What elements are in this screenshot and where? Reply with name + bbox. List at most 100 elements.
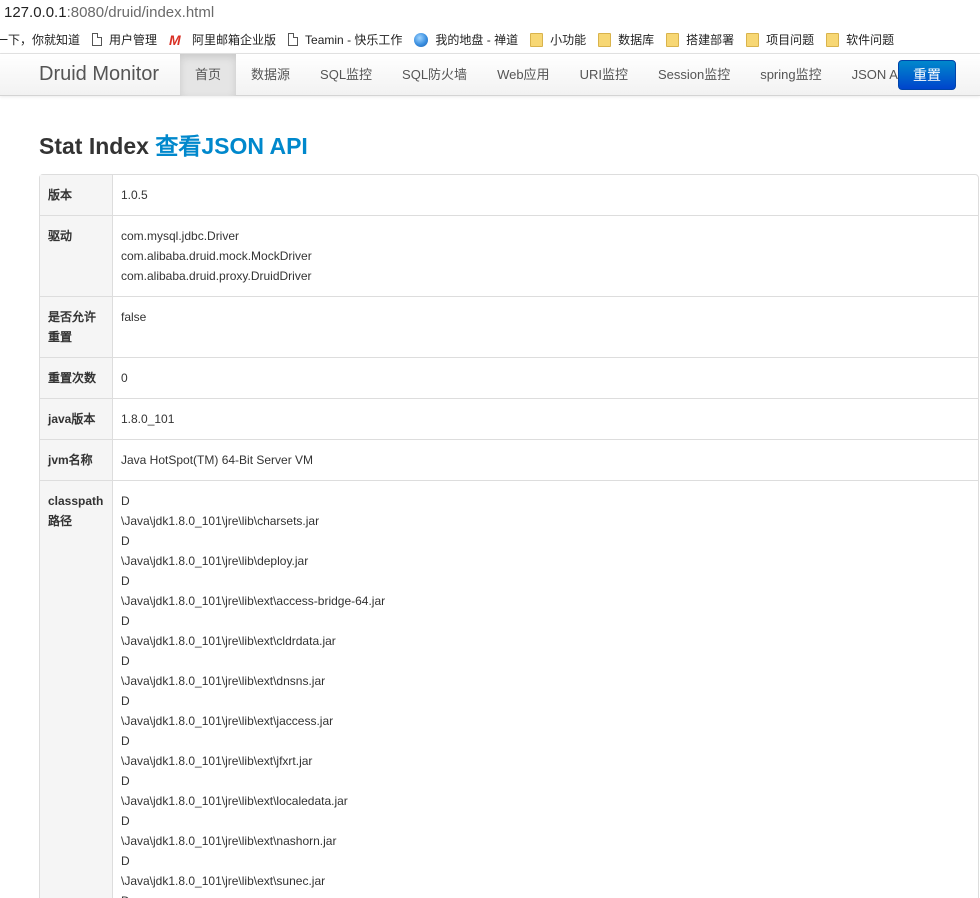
json-api-link[interactable]: 查看JSON API	[155, 133, 308, 159]
stat-index-table: 版本 1.0.5 驱动 com.mysql.jdbc.Driver com.alibab…	[39, 174, 979, 898]
bookmark-label: 一下，你就知道	[0, 33, 81, 47]
nav-item[interactable]: SQL防火墙	[387, 54, 482, 96]
row-value: 1.8.0_101	[113, 398, 978, 439]
value-line: D	[121, 654, 130, 668]
folder-icon	[598, 32, 612, 47]
nav-item[interactable]: URI监控	[565, 54, 643, 96]
value-line: \Java\jdk1.8.0_101\jre\lib\ext\nashorn.j…	[121, 834, 337, 848]
nav-item[interactable]: Web应用	[482, 54, 565, 96]
table-row: 驱动 com.mysql.jdbc.Driver com.alibaba.druid…	[40, 215, 978, 296]
bookmark-item[interactable]: 小功能	[530, 26, 587, 53]
bookmark-item[interactable]: Teamin - 快乐工作	[288, 26, 403, 53]
value-line: D	[121, 734, 130, 748]
gmail-icon: M	[169, 31, 181, 48]
nav-item[interactable]: SQL监控	[305, 54, 387, 96]
table-row: jvm名称 Java HotSpot(TM) 64-Bit Server VM	[40, 439, 978, 480]
value-line: \Java\jdk1.8.0_101\jre\lib\ext\jaccess.j…	[121, 714, 334, 728]
address-bar[interactable]: 127.0.0.1:8080/druid/index.html	[0, 0, 980, 26]
table-row: 版本 1.0.5	[40, 175, 978, 215]
bookmark-label: 用户管理	[109, 33, 158, 47]
value-line: D	[121, 774, 130, 788]
bookmark-item[interactable]: 项目问题	[746, 26, 815, 53]
value-line: com.alibaba.druid.mock.MockDriver	[121, 249, 312, 263]
row-key: java版本	[40, 398, 113, 439]
row-key: 驱动	[40, 215, 113, 296]
bookmarks-bar: 一下，你就知道 用户管理 M 阿里邮箱企业版 Teamin - 快乐工作 我的地盘 - 禅…	[0, 26, 980, 54]
value-line: D	[121, 614, 130, 628]
value-line: D	[121, 694, 130, 708]
value-line: false	[121, 310, 147, 324]
row-value: D \Java\jdk1.8.0_101\jre\lib\charsets.jar…	[113, 480, 978, 898]
row-value: false	[113, 296, 978, 357]
value-line: D	[121, 494, 130, 508]
value-line: Java HotSpot(TM) 64-Bit Server VM	[121, 453, 314, 467]
url-path: :8080/druid/index.html	[66, 4, 215, 21]
main-content: Stat Index 查看JSON API 版本 1.0.5 驱动 com.mysql…	[0, 132, 980, 898]
value-line: \Java\jdk1.8.0_101\jre\lib\ext\localedat…	[121, 794, 348, 808]
value-line: \Java\jdk1.8.0_101\jre\lib\ext\dnsns.jar	[121, 674, 326, 688]
nav-menu: 首页 数据源 SQL监控 SQL防火墙 Web应用 URI监控 Session监控 sprin…	[180, 53, 925, 96]
value-line: 1.8.0_101	[121, 412, 175, 426]
value-line: D	[121, 574, 130, 588]
page-title: Stat Index 查看JSON API	[39, 132, 980, 160]
row-key: classpath路径	[40, 480, 113, 898]
folder-icon	[666, 32, 680, 47]
nav-item[interactable]: 数据源	[236, 54, 305, 96]
bookmark-item[interactable]: 软件问题	[826, 26, 895, 53]
value-line: com.mysql.jdbc.Driver	[121, 229, 240, 243]
row-key: 版本	[40, 175, 113, 215]
row-key: 重置次数	[40, 357, 113, 398]
row-value: 0	[113, 357, 978, 398]
brand-title[interactable]: Druid Monitor	[39, 63, 180, 86]
value-line: \Java\jdk1.8.0_101\jre\lib\ext\jfxrt.jar	[121, 754, 313, 768]
top-navbar: Druid Monitor 首页 数据源 SQL监控 SQL防火墙 Web应用 URI监控…	[0, 53, 980, 96]
bookmark-item[interactable]: M 阿里邮箱企业版	[169, 26, 277, 53]
nav-item[interactable]: 首页	[180, 53, 237, 96]
bookmark-label: 项目问题	[766, 33, 815, 47]
page-icon	[288, 33, 299, 46]
table-row: 是否允许重置 false	[40, 296, 978, 357]
bookmark-label: 数据库	[618, 33, 655, 47]
folder-icon	[530, 32, 544, 47]
row-value: 1.0.5	[113, 175, 978, 215]
page-icon	[92, 33, 103, 46]
row-value: Java HotSpot(TM) 64-Bit Server VM	[113, 439, 978, 480]
value-line: \Java\jdk1.8.0_101\jre\lib\ext\access-br…	[121, 594, 386, 608]
bookmark-item[interactable]: 我的地盘 - 禅道	[414, 26, 519, 53]
value-line: \Java\jdk1.8.0_101\jre\lib\deploy.jar	[121, 554, 309, 568]
value-line: \Java\jdk1.8.0_101\jre\lib\ext\sunec.jar	[121, 874, 326, 888]
value-line: 0	[121, 371, 128, 385]
row-key: jvm名称	[40, 439, 113, 480]
table-row: java版本 1.8.0_101	[40, 398, 978, 439]
bookmark-label: 小功能	[550, 33, 587, 47]
nav-item[interactable]: Session监控	[643, 54, 745, 96]
folder-icon	[746, 32, 760, 47]
url-host: 127.0.0.1	[4, 4, 67, 21]
value-line: com.alibaba.druid.proxy.DruidDriver	[121, 269, 312, 283]
row-value: com.mysql.jdbc.Driver com.alibaba.druid.m…	[113, 215, 978, 296]
folder-icon	[826, 32, 840, 47]
globe-icon	[414, 32, 429, 47]
table-row: classpath路径 D \Java\jdk1.8.0_101\jre\lib\c…	[40, 480, 978, 898]
bookmark-label: Teamin - 快乐工作	[305, 33, 403, 47]
bookmark-label: 搭建部署	[686, 33, 735, 47]
value-line: D	[121, 854, 130, 868]
value-line: D	[121, 534, 130, 548]
nav-item[interactable]: spring监控	[745, 54, 836, 96]
bookmark-item[interactable]: 用户管理	[92, 26, 158, 53]
page-title-text: Stat Index	[39, 133, 149, 159]
table-row: 重置次数 0	[40, 357, 978, 398]
reset-button[interactable]: 重置	[898, 60, 956, 90]
value-line: \Java\jdk1.8.0_101\jre\lib\charsets.jar	[121, 514, 320, 528]
value-line: 1.0.5	[121, 188, 148, 202]
bookmark-label: 阿里邮箱企业版	[192, 33, 277, 47]
bookmark-label: 软件问题	[846, 33, 895, 47]
value-line: D	[121, 814, 130, 828]
bookmark-item[interactable]: 数据库	[598, 26, 655, 53]
value-line: \Java\jdk1.8.0_101\jre\lib\ext\cldrdata.…	[121, 634, 336, 648]
bookmark-label: 我的地盘 - 禅道	[435, 33, 519, 47]
value-line: D	[121, 891, 970, 898]
bookmark-item[interactable]: 一下，你就知道	[0, 26, 81, 53]
bookmark-item[interactable]: 搭建部署	[666, 26, 735, 53]
row-key: 是否允许重置	[40, 296, 113, 357]
